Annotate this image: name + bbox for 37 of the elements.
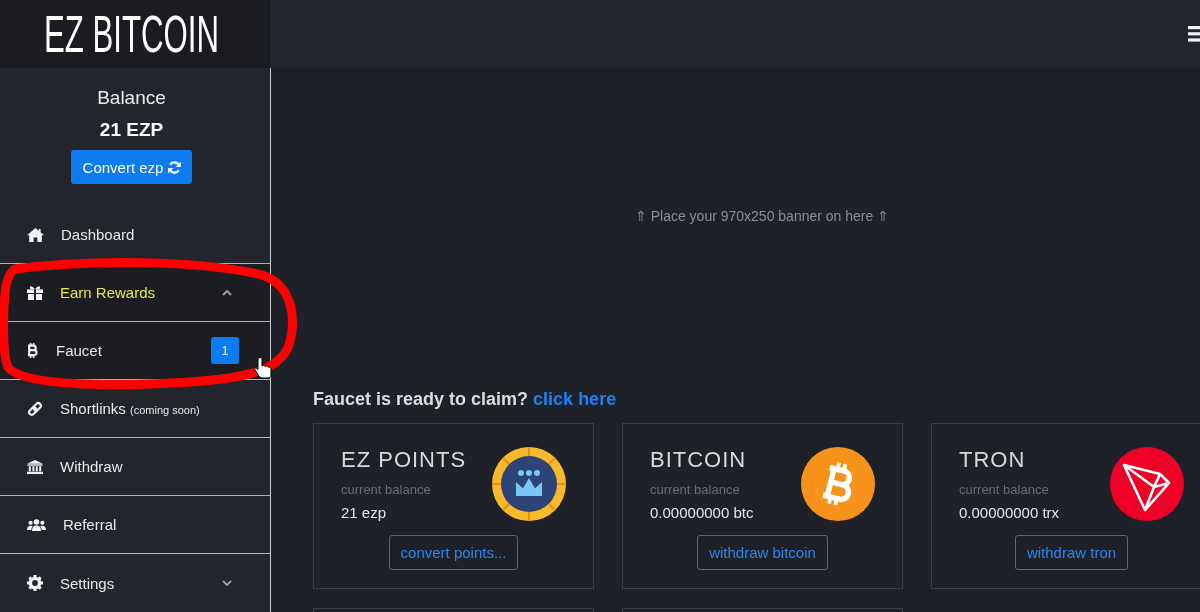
balance-value: 21 EZP [99, 120, 164, 140]
claim-link[interactable]: click here [533, 389, 617, 409]
link-icon [27, 400, 43, 417]
nav-item[interactable]: Shortlinks (coming soon) [0, 380, 270, 438]
convert-button[interactable]: Convert ezp [70, 150, 193, 184]
home-icon [27, 227, 44, 242]
nav-item[interactable]: Faucet 1 [0, 322, 270, 380]
refresh-icon [168, 160, 182, 174]
balance-amount: 21 ezp [341, 504, 388, 522]
balance-caption: current balance [650, 482, 741, 498]
balance-amount: 0.00000000 trx [959, 504, 1060, 522]
nav-item[interactable]: Settings [0, 554, 270, 612]
nav-item[interactable]: Referral [0, 496, 270, 554]
card-title: TRON [959, 447, 1027, 473]
card-action-button[interactable]: withdraw tron [1014, 535, 1129, 570]
balance-caption: current balance [341, 482, 432, 498]
count-badge: 1 [211, 337, 239, 364]
card-action-button[interactable]: withdraw bitcoin [697, 535, 828, 570]
claim-notice: Faucet is ready to claim? click here [313, 388, 618, 410]
bitcoin-coin-icon [801, 447, 875, 521]
card-title: EZ POINTS [341, 447, 467, 473]
nav-item[interactable]: Withdraw [0, 438, 270, 496]
balance-amount: 0.00000000 btc [650, 504, 754, 522]
gear-icon [27, 575, 43, 591]
banner-placeholder-text: ⇑ Place your 970x250 banner on here ⇑ [634, 208, 890, 224]
menu-icon[interactable] [1188, 26, 1200, 42]
gift-icon [27, 285, 43, 300]
tron-coin-icon [1110, 447, 1184, 521]
balance-caption: current balance [959, 482, 1050, 498]
crown-coin-icon [492, 447, 566, 521]
balance-label: Balance [97, 88, 166, 108]
card-title: BITCOIN [650, 447, 748, 473]
bitcoin-icon [27, 343, 38, 358]
users-icon [27, 518, 46, 531]
hand-cursor-icon [254, 357, 272, 379]
card-action-button[interactable]: convert points... [388, 535, 519, 570]
bank-icon [27, 459, 43, 474]
